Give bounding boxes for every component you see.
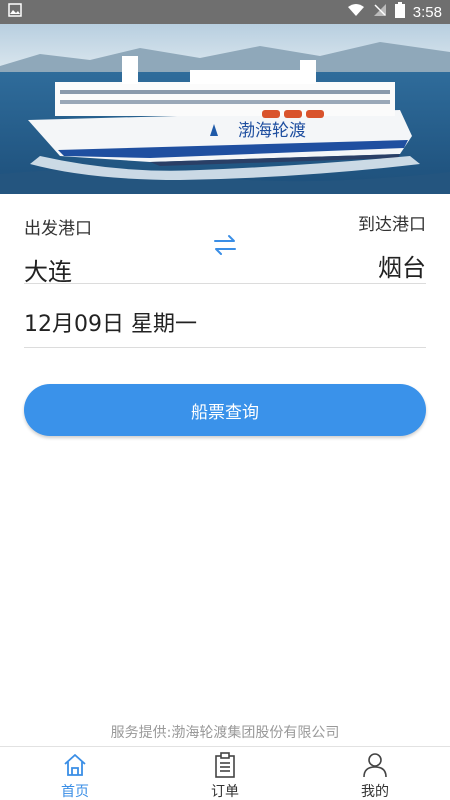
bottom-tab-bar: 首页 订单 我的 (0, 746, 450, 800)
tab-home-label: 首页 (61, 784, 89, 800)
svg-text:渤海轮渡: 渤海轮渡 (238, 121, 306, 141)
status-time: 3:58 (412, 3, 442, 21)
departure-date[interactable]: 12月09日 星期一 (24, 306, 197, 338)
route-selector: 出发港口 到达港口 大连 烟台 (24, 206, 426, 287)
battery-icon (394, 2, 405, 22)
ferry-banner-image: 渤海轮渡 (0, 24, 450, 194)
ticket-search-button[interactable]: 船票查询 (24, 384, 426, 436)
arrival-port-label: 到达港口 (358, 215, 426, 235)
service-provider-text: 服务提供:渤海轮渡集团股份有限公司 (110, 725, 340, 741)
departure-port-label: 出发港口 (24, 219, 92, 239)
tab-profile[interactable]: 我的 (300, 747, 450, 800)
wifi-icon (347, 3, 365, 21)
swap-ports-icon[interactable] (210, 230, 240, 260)
no-signal-icon (373, 3, 387, 21)
status-bar: 3:58 (0, 0, 450, 24)
clipboard-icon (211, 751, 239, 779)
departure-port-value[interactable]: 大连 (24, 252, 72, 287)
date-selector[interactable]: 12月09日 星期一 (24, 290, 426, 348)
tab-profile-label: 我的 (361, 784, 389, 800)
tab-orders-label: 订单 (211, 784, 239, 800)
user-icon (361, 751, 389, 779)
tab-orders[interactable]: 订单 (150, 747, 300, 800)
home-icon (61, 751, 89, 779)
tab-home[interactable]: 首页 (0, 747, 150, 800)
gallery-icon (8, 3, 22, 21)
arrival-port-value[interactable]: 烟台 (378, 248, 426, 283)
